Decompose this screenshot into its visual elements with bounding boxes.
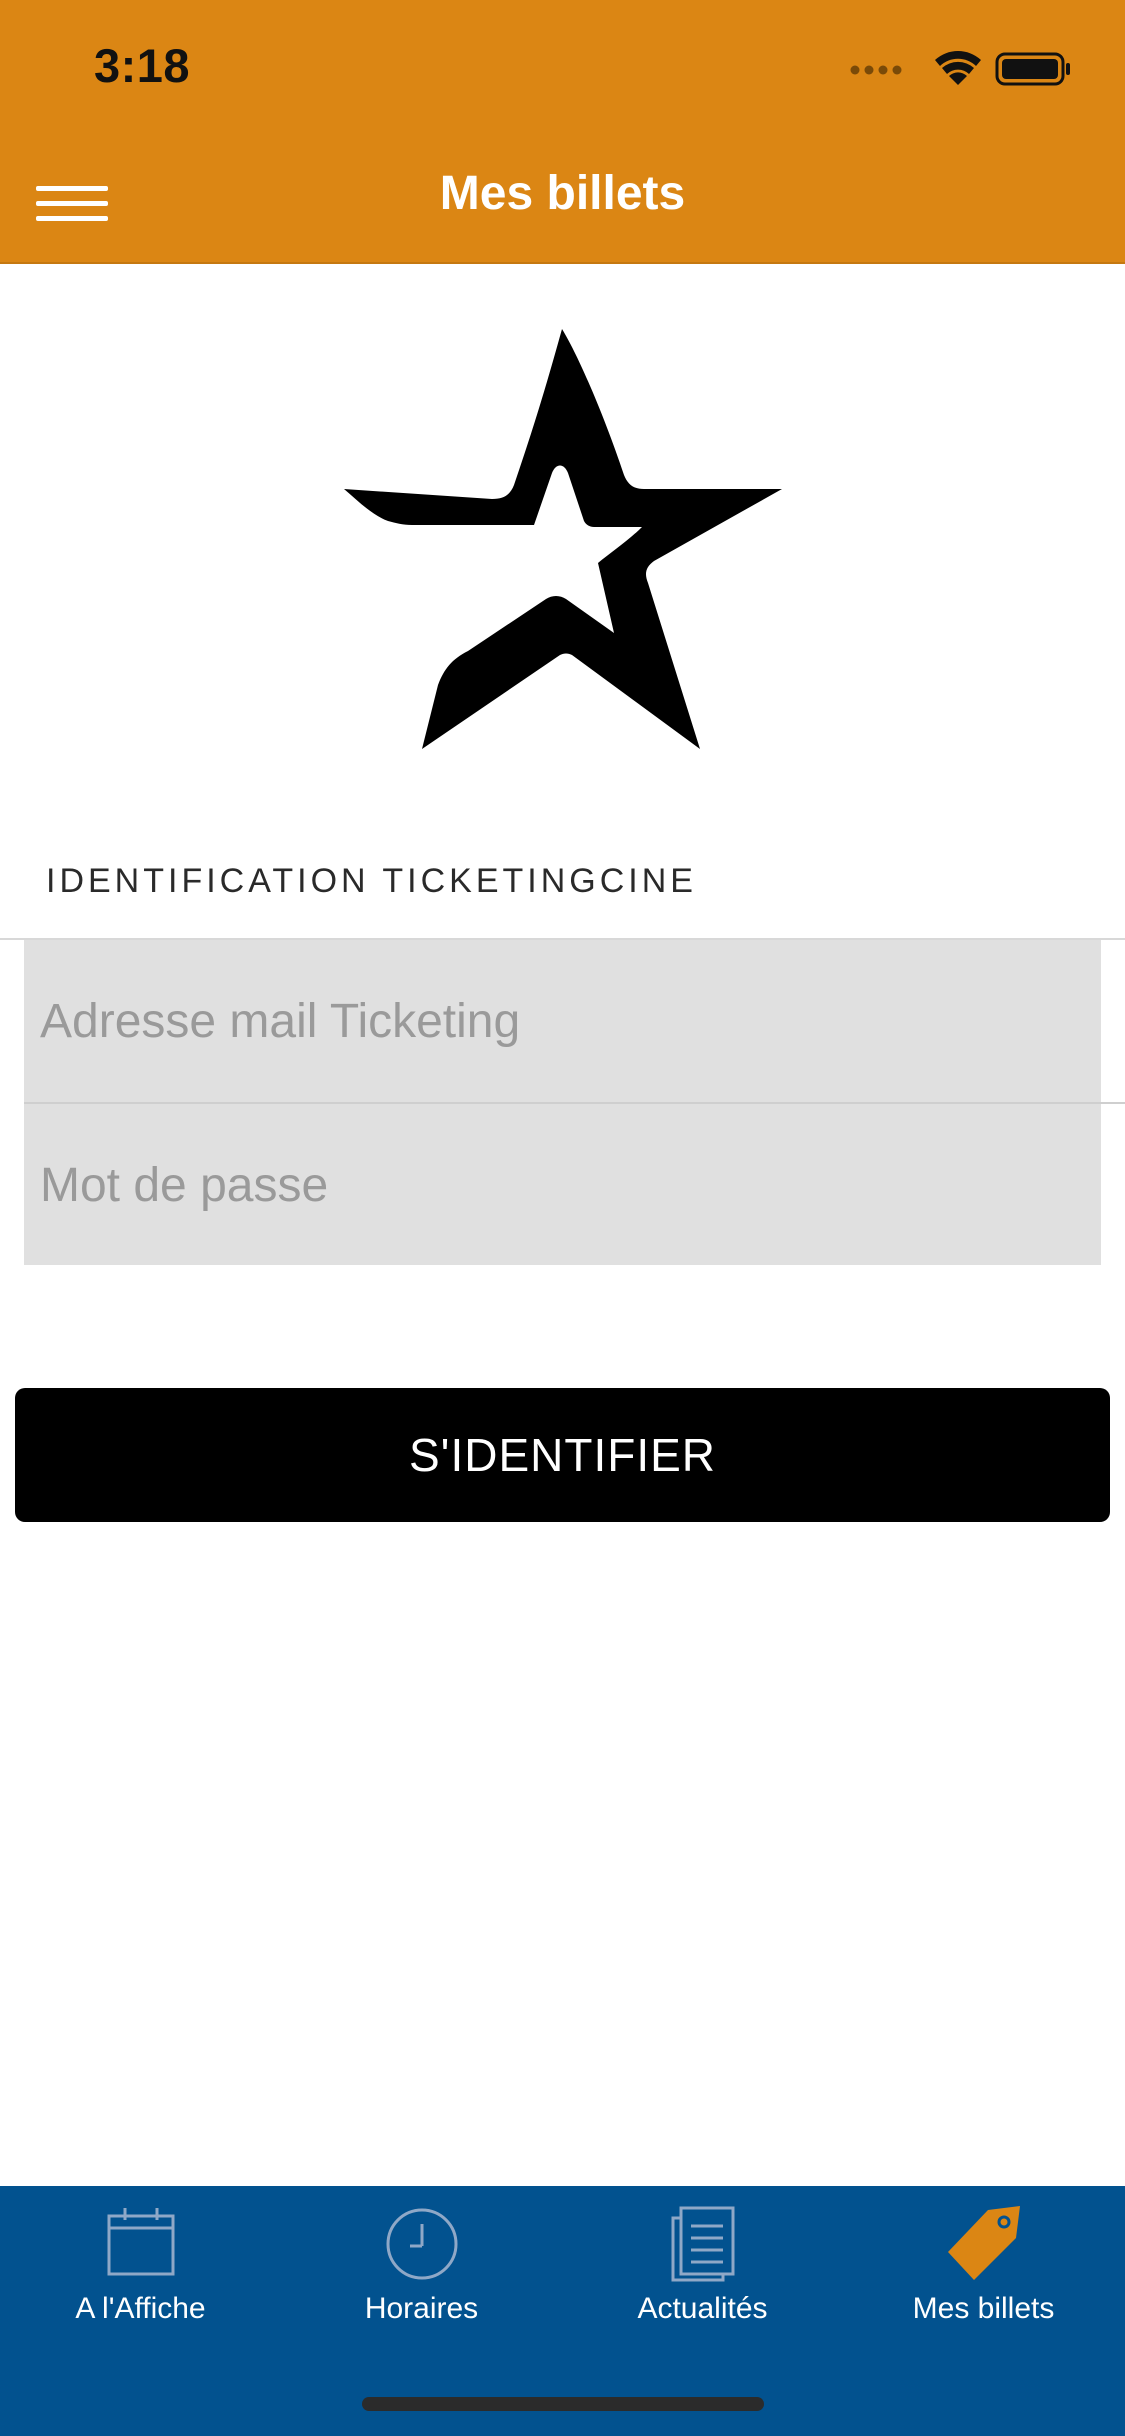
wifi-icon [935, 51, 981, 85]
login-form [24, 940, 1125, 1266]
calendar-icon [101, 2204, 181, 2284]
clock-icon [382, 2204, 462, 2284]
tab-actualites[interactable]: Actualités [562, 2186, 843, 2356]
page-title: Mes billets [439, 167, 686, 220]
status-time: 3:18 [94, 39, 191, 92]
password-input[interactable] [24, 1104, 1101, 1266]
cellular-signal-icon [850, 65, 902, 75]
screen: 3:18 Mes billets IDENTIFICATION TICKETIN… [0, 0, 1125, 2436]
tab-label: Horaires [364, 2292, 479, 2325]
email-input[interactable] [24, 940, 1101, 1102]
tab-a-l-affiche[interactable]: A l'Affiche [0, 2186, 281, 2356]
battery-icon [995, 52, 1070, 86]
status-icons [845, 48, 1085, 88]
tab-label: Actualités [637, 2292, 768, 2325]
tab-mes-billets[interactable]: Mes billets [843, 2186, 1124, 2356]
login-button[interactable]: S'IDENTIFIER [15, 1388, 1110, 1522]
top-bar: 3:18 Mes billets [0, 0, 1125, 264]
tab-label: A l'Affiche [75, 2292, 206, 2325]
tab-horaires[interactable]: Horaires [281, 2186, 562, 2356]
tab-label: Mes billets [912, 2292, 1055, 2325]
home-indicator[interactable] [362, 2397, 764, 2411]
star-logo-icon [338, 325, 788, 755]
news-document-icon [663, 2204, 743, 2284]
ticket-tag-icon [944, 2204, 1024, 2284]
section-label: IDENTIFICATION TICKETINGCINE [46, 862, 697, 900]
